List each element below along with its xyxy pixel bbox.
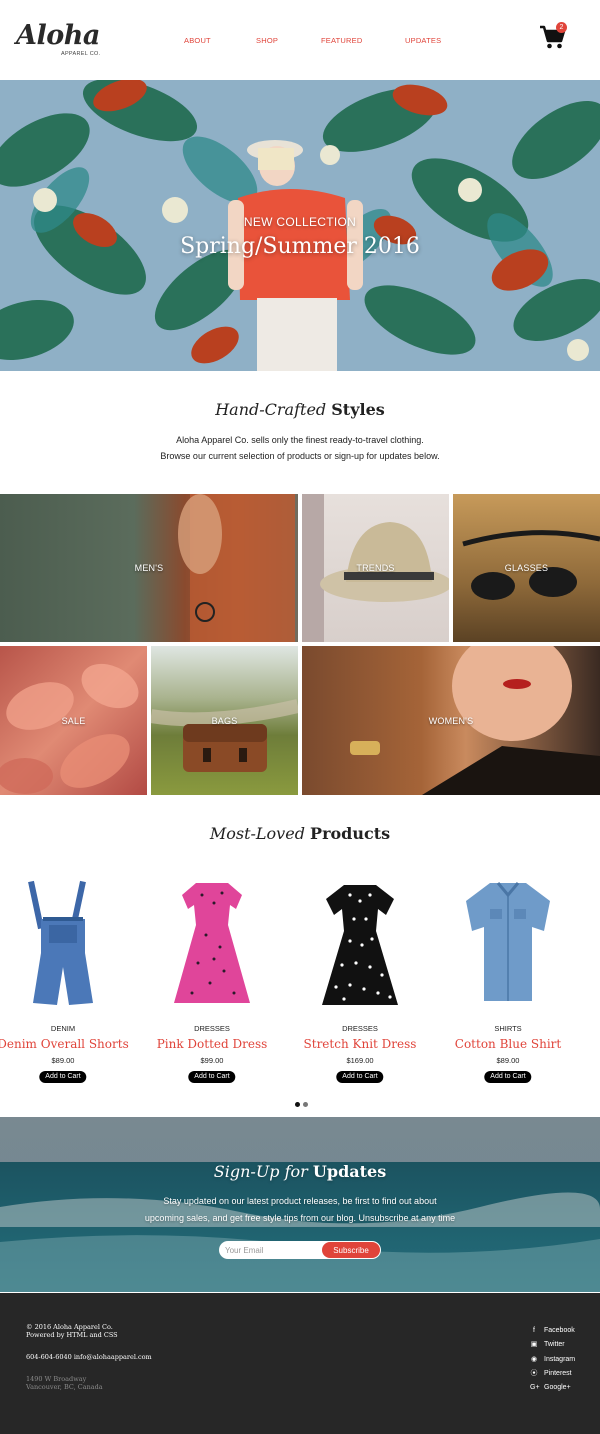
carousel-dot-active[interactable]	[295, 1102, 300, 1107]
nav-updates[interactable]: UPDATES	[405, 36, 441, 45]
product-card[interactable]: DRESSES Pink Dotted Dress $99.00 Add to …	[142, 875, 282, 1090]
hero-eyebrow: NEW COLLECTION	[243, 215, 357, 229]
signup-heading-bold: Updates	[312, 1162, 387, 1181]
social-link-pinterest[interactable]: ⦿ Pinterest	[530, 1370, 600, 1380]
category-tile-trends[interactable]: TRENDS	[302, 494, 449, 642]
nav-about[interactable]: ABOUT	[184, 36, 211, 45]
google-plus-icon: G+	[530, 1384, 540, 1391]
nav-shop[interactable]: SHOP	[256, 36, 278, 45]
signup-section: Sign-Up for Updates Stay updated on our …	[0, 1117, 600, 1292]
product-price: $99.00	[200, 1056, 224, 1065]
category-tile-mens[interactable]: MEN'S	[0, 494, 298, 642]
site-footer: © 2016 Aloha Apparel Co. Powered by HTML…	[0, 1293, 600, 1434]
carousel-dots	[295, 1094, 311, 1112]
site-header: Aloha APPAREL CO. ABOUT SHOP FEATURED UP…	[0, 0, 600, 80]
intro-heading-italic: Hand-Crafted	[215, 400, 327, 419]
products-heading: Most-Loved Products	[0, 824, 600, 843]
nav-featured[interactable]: FEATURED	[321, 36, 362, 45]
category-label-sale: SALE	[61, 715, 86, 726]
footer-address-line2: Vancouver, BC, Canada	[26, 1383, 103, 1391]
product-category: DENIM	[50, 1024, 76, 1033]
signup-heading-italic: Sign-Up for	[213, 1162, 308, 1181]
email-form: Subscribe	[219, 1241, 381, 1259]
product-category: DRESSES	[342, 1024, 378, 1033]
product-price: $89.00	[51, 1056, 75, 1065]
category-tile-bags[interactable]: BAGS	[151, 646, 298, 795]
footer-address-line1: 1490 W Broadway	[26, 1375, 87, 1383]
pinterest-icon: ⦿	[530, 1370, 538, 1377]
carousel-dot[interactable]	[303, 1102, 308, 1107]
social-label: Google+	[544, 1384, 571, 1391]
product-card[interactable]: DRESSES Stretch Knit Dress $169.00 Add t…	[290, 875, 430, 1090]
intro-text-line2: Browse our current selection of products…	[160, 451, 440, 461]
product-image-blue-shirt	[466, 882, 550, 1001]
signup-text-line1: Stay updated on our latest product relea…	[163, 1196, 437, 1206]
footer-copyright: © 2016 Aloha Apparel Co.	[26, 1323, 113, 1331]
hero-banner: NEW COLLECTION Spring/Summer 2016	[0, 80, 600, 371]
footer-contact[interactable]: 604-604-6040 info@alohaapparel.com	[26, 1353, 152, 1361]
cart-button[interactable]: 2	[539, 22, 569, 52]
product-image-denim-overalls	[28, 880, 93, 1005]
category-label-trends: TRENDS	[356, 563, 395, 573]
products-heading-italic: Most-Loved	[209, 824, 305, 843]
email-input[interactable]	[225, 1243, 321, 1257]
add-to-cart-button[interactable]: Add to Cart	[484, 1071, 532, 1083]
logo-tagline: APPAREL CO.	[61, 51, 101, 57]
product-card[interactable]: DENIM Denim Overall Shorts $89.00 Add to…	[0, 875, 133, 1090]
main-nav: ABOUT SHOP FEATURED UPDATES	[0, 36, 600, 46]
social-label: Facebook	[544, 1327, 575, 1334]
product-image-pink-dress	[174, 883, 250, 1003]
products-heading-bold: Products	[310, 824, 391, 843]
social-label: Twitter	[544, 1341, 565, 1348]
add-to-cart-button[interactable]: Add to Cart	[336, 1071, 384, 1083]
category-label-womens: WOMEN'S	[428, 715, 474, 726]
signup-heading: Sign-Up for Updates	[0, 1162, 600, 1181]
category-label-glasses: GLASSES	[504, 563, 549, 573]
intro-heading: Hand-Crafted Styles	[0, 400, 600, 419]
facebook-icon: f	[533, 1327, 535, 1334]
category-label-mens: MEN'S	[134, 563, 164, 573]
product-card[interactable]: SHIRTS Cotton Blue Shirt $89.00 Add to C…	[438, 875, 578, 1090]
product-name[interactable]: Pink Dotted Dress	[142, 1037, 282, 1051]
social-link-twitter[interactable]: ▣ Twitter	[530, 1341, 600, 1351]
subscribe-button[interactable]: Subscribe	[322, 1242, 380, 1258]
intro-text-line1: Aloha Apparel Co. sells only the finest …	[176, 435, 424, 445]
category-tile-womens[interactable]: WOMEN'S	[302, 646, 600, 795]
add-to-cart-button[interactable]: Add to Cart	[188, 1071, 236, 1083]
hero-title: Spring/Summer 2016	[180, 234, 420, 259]
product-price: $169.00	[346, 1056, 374, 1065]
product-category: DRESSES	[194, 1024, 230, 1033]
intro-heading-bold: Styles	[331, 400, 385, 419]
category-label-bags: BAGS	[211, 715, 238, 726]
add-to-cart-button[interactable]: Add to Cart	[39, 1071, 87, 1083]
product-name[interactable]: Cotton Blue Shirt	[438, 1037, 578, 1051]
social-link-instagram[interactable]: ◉ Instagram	[530, 1356, 600, 1366]
twitter-icon: ▣	[530, 1341, 538, 1348]
product-category: SHIRTS	[494, 1024, 522, 1033]
product-name[interactable]: Stretch Knit Dress	[290, 1037, 430, 1051]
product-price: $89.00	[496, 1056, 520, 1065]
social-label: Pinterest	[544, 1370, 572, 1377]
product-name[interactable]: Denim Overall Shorts	[0, 1037, 133, 1051]
cart-count-badge: 2	[556, 22, 567, 33]
category-tile-sale[interactable]: SALE	[0, 646, 147, 795]
footer-powered-by: Powered by HTML and CSS	[26, 1331, 118, 1339]
category-tile-glasses[interactable]: GLASSES	[453, 494, 600, 642]
product-image-knit-dress	[322, 885, 398, 1005]
social-link-facebook[interactable]: f Facebook	[530, 1327, 600, 1337]
social-label: Instagram	[544, 1356, 576, 1363]
signup-text-line2: upcoming sales, and get free style tips …	[144, 1213, 456, 1223]
instagram-icon: ◉	[530, 1356, 538, 1363]
social-link-google-plus[interactable]: G+ Google+	[530, 1384, 600, 1394]
